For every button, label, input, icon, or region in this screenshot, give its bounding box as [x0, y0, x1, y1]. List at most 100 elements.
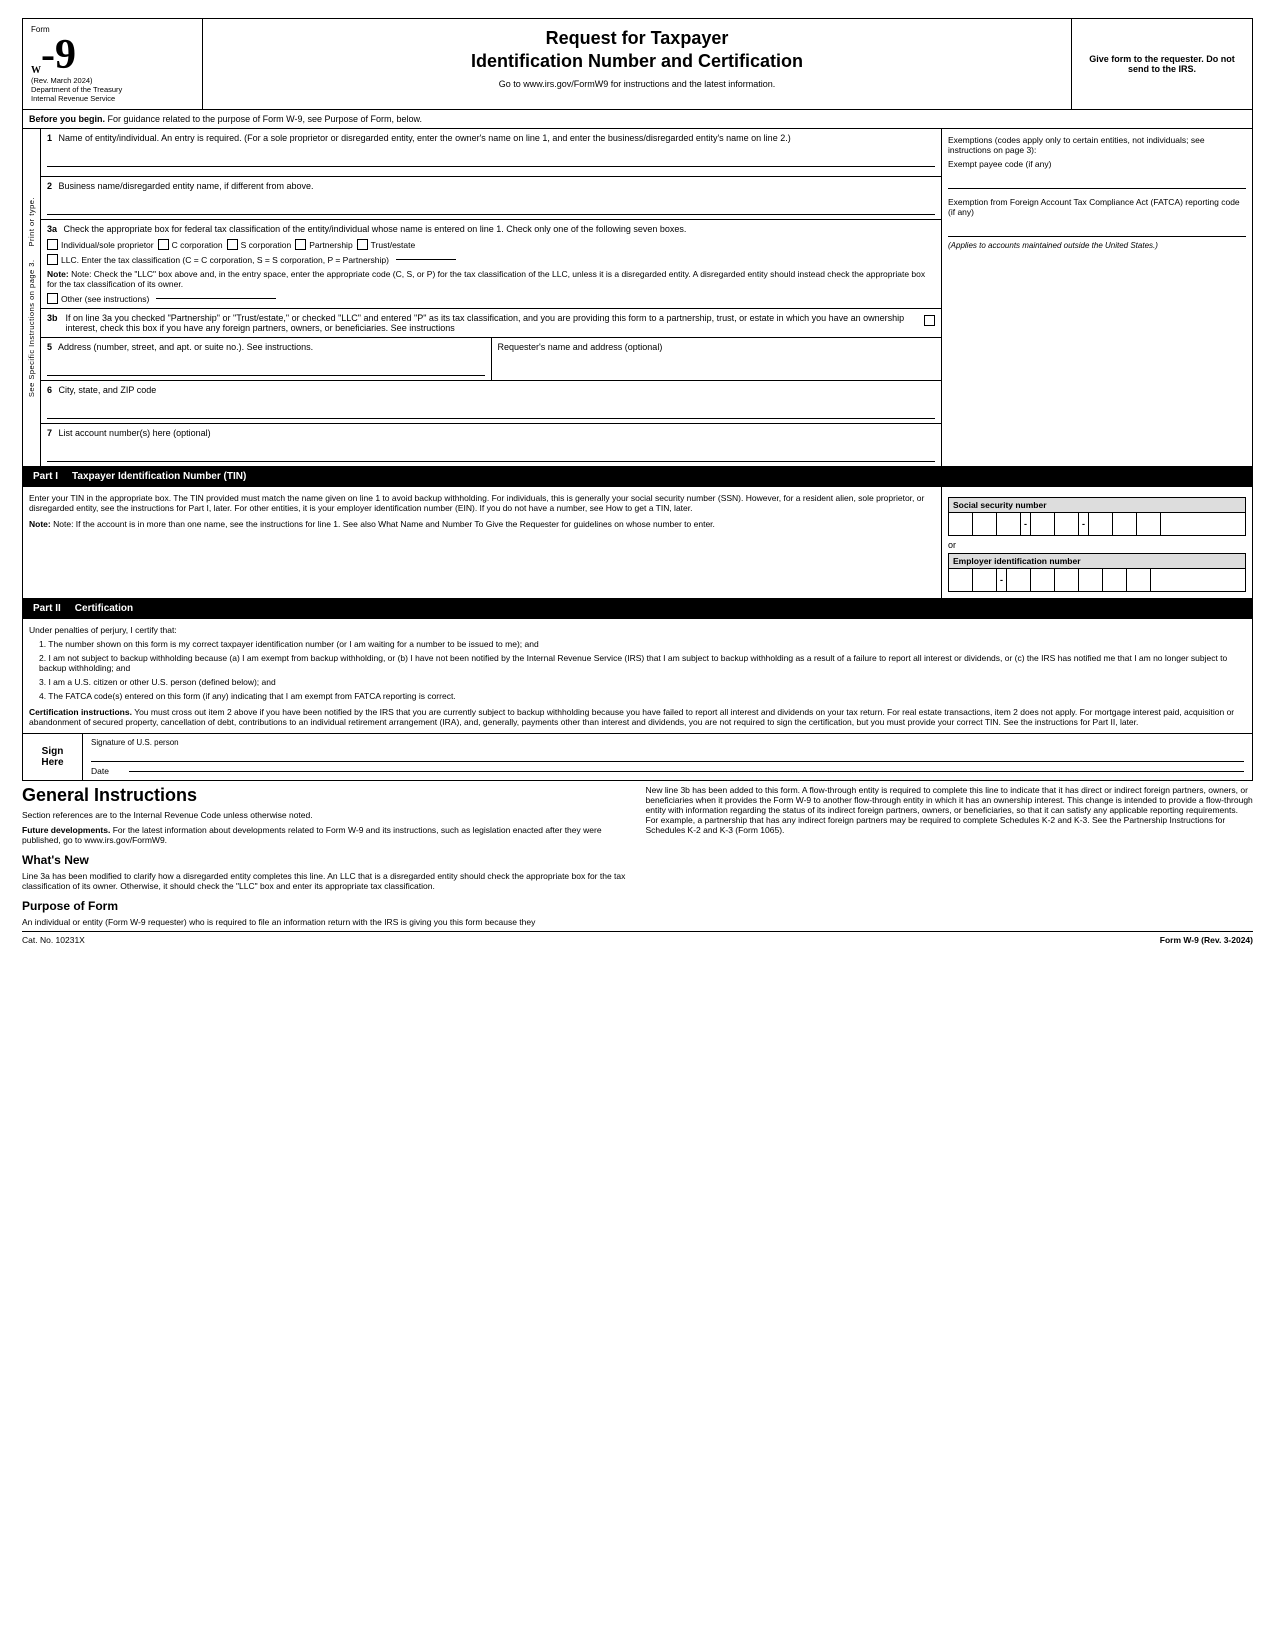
row6-field[interactable] — [47, 399, 935, 419]
future-dev-title: Future developments. — [22, 825, 110, 835]
checkbox-llc-label: LLC. Enter the tax classification (C = C… — [61, 255, 389, 265]
ssn-cell-7[interactable] — [1113, 513, 1137, 535]
checkbox-partnership[interactable]: Partnership — [295, 239, 352, 250]
row1-num: 1 — [47, 133, 52, 143]
cert-item-1: 1. The number shown on this form is my c… — [39, 639, 1246, 649]
exemptions-section: Exemptions (codes apply only to certain … — [948, 135, 1246, 250]
part1-note: Note: Note: If the account is in more th… — [29, 519, 935, 529]
row-1: 1 Name of entity/individual. An entry is… — [41, 129, 941, 177]
gen-left: General Instructions Section references … — [22, 785, 630, 927]
row7-num: 7 — [47, 428, 52, 438]
checkbox-s-corp[interactable]: S corporation — [227, 239, 292, 250]
part2-header: Part II Certification — [22, 599, 1253, 619]
row-7: 7 List account number(s) here (optional) — [41, 424, 941, 466]
form-header: Form W -9 (Rev. March 2024) Department o… — [22, 18, 1253, 110]
checkbox-other[interactable]: Other (see instructions) — [47, 293, 935, 304]
ein-cell-7[interactable] — [1103, 569, 1127, 591]
checkbox-partnership-box[interactable] — [295, 239, 306, 250]
rev-date: (Rev. March 2024) — [31, 76, 194, 85]
checkbox-c-corp-box[interactable] — [158, 239, 169, 250]
ein-cell-6[interactable] — [1079, 569, 1103, 591]
ein-cell-2[interactable] — [973, 569, 997, 591]
ssn-cell-4[interactable] — [1031, 513, 1055, 535]
checkbox-other-label: Other (see instructions) — [61, 294, 149, 304]
ssn-cell-9[interactable] — [1161, 513, 1185, 535]
fatca-field[interactable] — [948, 219, 1246, 237]
ssn-dash-2: - — [1079, 513, 1089, 535]
ein-box: Employer identification number - — [948, 553, 1246, 592]
irs-link: Go to www.irs.gov/FormW9 for instruction… — [215, 79, 1059, 89]
ein-cell-8[interactable] — [1127, 569, 1151, 591]
other-field[interactable] — [156, 298, 276, 299]
ssn-cell-8[interactable] — [1137, 513, 1161, 535]
checkbox-llc-box[interactable] — [47, 254, 58, 265]
checkbox-individual-label: Individual/sole proprietor — [61, 240, 154, 250]
checkbox-individual[interactable]: Individual/sole proprietor — [47, 239, 154, 250]
ein-cell-3[interactable] — [1007, 569, 1031, 591]
gen-future-dev: Future developments. For the latest info… — [22, 825, 630, 845]
header-left: Form W -9 (Rev. March 2024) Department o… — [23, 19, 203, 109]
cert-item-4: 4. The FATCA code(s) entered on this for… — [39, 691, 1246, 701]
form-title-line2: Identification Number and Certification — [215, 50, 1059, 73]
part1-left-text: Enter your TIN in the appropriate box. T… — [29, 493, 935, 513]
checkbox-other-box[interactable] — [47, 293, 58, 304]
or-text: or — [948, 540, 1246, 550]
row5-text: Address (number, street, and apt. or sui… — [58, 342, 313, 352]
row1-field[interactable] — [47, 147, 935, 167]
checkbox-individual-box[interactable] — [47, 239, 58, 250]
row5-num: 5 — [47, 342, 52, 352]
ssn-cell-6[interactable] — [1089, 513, 1113, 535]
checkbox-grid-1: Individual/sole proprietor C corporation… — [47, 239, 935, 250]
row3b-num: 3b — [47, 313, 58, 323]
checkbox-llc-row[interactable]: LLC. Enter the tax classification (C = C… — [47, 254, 935, 265]
checkbox-trust[interactable]: Trust/estate — [357, 239, 416, 250]
ssn-cell-2[interactable] — [973, 513, 997, 535]
row5-requester-label: Requester's name and address (optional) — [498, 342, 663, 352]
header-center: Request for Taxpayer Identification Numb… — [203, 19, 1072, 109]
checkbox-trust-box[interactable] — [357, 239, 368, 250]
row5-field[interactable] — [47, 356, 485, 376]
row7-field[interactable] — [47, 442, 935, 462]
ssn-cell-1[interactable] — [949, 513, 973, 535]
fatca-title: Exemption from Foreign Account Tax Compl… — [948, 197, 1246, 217]
ssn-cell-5[interactable] — [1055, 513, 1079, 535]
ein-cells: - — [948, 568, 1246, 592]
cert-instructions-text: You must cross out item 2 above if you h… — [29, 707, 1234, 727]
part2-label: Part II — [29, 602, 65, 615]
row2-field[interactable] — [47, 195, 935, 215]
applies-note: (Applies to accounts maintained outside … — [948, 241, 1246, 250]
checkbox-c-corp[interactable]: C corporation — [158, 239, 223, 250]
dept: Department of the Treasury — [31, 85, 194, 94]
cert-instructions-label: Certification instructions. — [29, 707, 132, 717]
footer: Cat. No. 10231X Form W-9 (Rev. 3-2024) — [22, 931, 1253, 945]
form-right: Exemptions (codes apply only to certain … — [942, 129, 1252, 466]
ein-cell-9[interactable] — [1151, 569, 1175, 591]
ssn-cell-3[interactable] — [997, 513, 1021, 535]
row-5: 5 Address (number, street, and apt. or s… — [41, 338, 492, 380]
llc-code-field[interactable] — [396, 259, 456, 260]
exempt-payee-field[interactable] — [948, 171, 1246, 189]
exemptions-title: Exemptions (codes apply only to certain … — [948, 135, 1246, 155]
ein-dash-1: - — [997, 569, 1007, 591]
ein-cell-4[interactable] — [1031, 569, 1055, 591]
row3b-checkbox[interactable] — [924, 315, 935, 326]
part1-title: Taxpayer Identification Number (TIN) — [72, 471, 246, 482]
part1-body: Enter your TIN in the appropriate box. T… — [22, 487, 1253, 599]
row3a-num: 3a — [47, 224, 57, 234]
header-right: Give form to the requester. Do not send … — [1072, 19, 1252, 109]
ein-cell-5[interactable] — [1055, 569, 1079, 591]
row-2: 2 Business name/disregarded entity name,… — [41, 177, 941, 220]
cat-no: Cat. No. 10231X — [22, 935, 85, 945]
sign-sig-label: Signature of U.S. person — [91, 738, 1244, 762]
ssn-label: Social security number — [948, 497, 1246, 512]
gen-right: New line 3b has been added to this form.… — [646, 785, 1254, 927]
row-3a: 3a Check the appropriate box for federal… — [41, 220, 941, 309]
sign-label: SignHere — [23, 734, 83, 780]
part1-left: Enter your TIN in the appropriate box. T… — [23, 487, 942, 598]
before-begin-text: For guidance related to the purpose of F… — [108, 114, 423, 124]
ein-cell-1[interactable] — [949, 569, 973, 591]
cert-item-2: 2. I am not subject to backup withholdin… — [39, 653, 1246, 673]
date-field[interactable] — [129, 771, 1244, 772]
checkbox-s-corp-box[interactable] — [227, 239, 238, 250]
date-label: Date — [91, 766, 109, 776]
